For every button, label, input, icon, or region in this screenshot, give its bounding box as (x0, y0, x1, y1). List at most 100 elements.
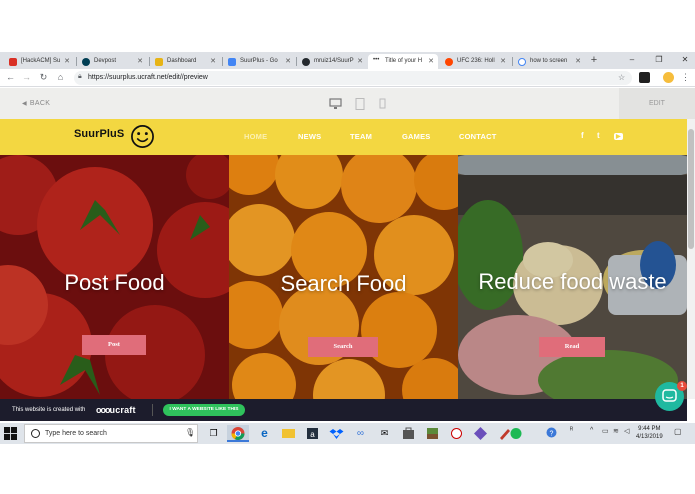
chevron-up-icon[interactable]: ^ (590, 427, 593, 434)
reddit-icon (445, 58, 453, 66)
dashboard-icon (155, 58, 163, 66)
nav-contact[interactable]: CONTACT (459, 132, 497, 141)
home-icon[interactable]: ⌂ (54, 71, 67, 84)
divider (152, 404, 153, 416)
edge-icon[interactable]: e (256, 425, 273, 442)
mobile-icon[interactable] (379, 98, 386, 110)
taskbar-search-input[interactable]: Type here to search 🎙︎ (24, 424, 198, 443)
dots-icon: ••• (373, 57, 380, 63)
post-button[interactable]: Post (82, 335, 146, 355)
chrome-taskbar-button[interactable] (227, 425, 249, 442)
browser-tab[interactable]: Devpost ✕ (77, 54, 147, 69)
task-view-icon[interactable]: ❐ (205, 425, 222, 442)
browser-tab[interactable]: [HackACM] Su ✕ (4, 54, 74, 69)
close-tab-icon[interactable]: ✕ (575, 54, 581, 69)
browser-tab[interactable]: SuurPlus - Go ✕ (223, 54, 295, 69)
made-with-text: This website is created with (12, 407, 86, 413)
browser-tab[interactable]: mruiz14/SuurP ✕ (297, 54, 367, 69)
new-tab-button[interactable]: + (588, 52, 600, 68)
close-tab-icon[interactable]: ✕ (428, 54, 434, 69)
store-icon[interactable] (400, 425, 417, 442)
windows-start-icon[interactable] (4, 427, 17, 440)
volume-icon[interactable]: ◁ (624, 427, 629, 435)
edit-area: EDIT (619, 88, 695, 119)
nav-games[interactable]: GAMES (402, 132, 431, 141)
restore-button[interactable]: ❐ (650, 52, 668, 68)
browser-tab[interactable]: Dashboard ✕ (150, 54, 220, 69)
microphone-icon[interactable]: 🎙︎ (185, 428, 195, 437)
edit-button[interactable]: EDIT (649, 88, 665, 119)
browser-tab-active[interactable]: ••• Title of your H ✕ (368, 54, 438, 69)
tablet-icon[interactable] (355, 98, 365, 110)
panel-title: Search Food (280, 271, 407, 296)
close-tab-icon[interactable]: ✕ (285, 54, 291, 69)
chrome-icon (231, 427, 245, 440)
browser-toolbar: ← → ↻ ⌂ 🔒︎ https://suurplus.ucraft.net/e… (0, 69, 695, 87)
clock-time: 9:44 PM (638, 426, 661, 432)
nav-team[interactable]: TEAM (350, 132, 372, 141)
forward-arrow-icon[interactable]: → (20, 71, 33, 84)
wifi-icon[interactable]: ≋ (613, 427, 619, 435)
read-button[interactable]: Read (539, 337, 605, 357)
svg-text:?: ? (550, 431, 554, 438)
people-icon[interactable]: ᴿ (570, 427, 573, 434)
close-tab-icon[interactable]: ✕ (210, 54, 216, 69)
close-tab-icon[interactable]: ✕ (137, 54, 143, 69)
file-explorer-icon[interactable] (280, 425, 297, 442)
clock-date: 4/13/2019 (636, 434, 663, 440)
tab-label: Dashboard (167, 58, 197, 64)
notifications-icon[interactable]: ▢ (674, 427, 682, 436)
tab-label: Title of your H (385, 58, 423, 64)
want-website-button[interactable]: I WANT A WEBSITE LIKE THIS (163, 404, 245, 416)
browser-tab[interactable]: UFC 236: Holl ✕ (440, 54, 510, 69)
app-icon[interactable] (448, 425, 465, 442)
spotify-icon[interactable] (505, 425, 522, 442)
minecraft-icon[interactable] (424, 425, 441, 442)
google-icon (518, 58, 526, 66)
bookmark-star-icon[interactable]: ☆ (618, 71, 625, 85)
nav-news[interactable]: NEWS (298, 132, 321, 141)
reload-icon[interactable]: ↻ (37, 71, 50, 84)
infinity-app-icon[interactable]: ∞ (352, 425, 369, 442)
minimize-button[interactable]: – (623, 52, 641, 68)
back-button[interactable]: ◀ BACK (22, 88, 50, 119)
close-tab-icon[interactable]: ✕ (500, 54, 506, 69)
search-button[interactable]: Search (308, 337, 378, 357)
menu-dots-icon[interactable]: ⋮ (679, 71, 692, 84)
panel-title: Post Food (64, 270, 165, 295)
hero-panel-search: Search Food Search (229, 155, 458, 399)
diamond-app-icon[interactable] (472, 425, 489, 442)
dropbox-icon[interactable] (328, 425, 345, 442)
pdf-extension-icon[interactable] (639, 72, 650, 83)
google-docs-icon (228, 58, 236, 66)
github-icon (302, 58, 310, 66)
back-label: BACK (29, 100, 51, 107)
system-clock[interactable]: 9:44 PM 4/13/2019 (636, 425, 663, 441)
desktop-icon[interactable] (329, 98, 342, 110)
close-window-button[interactable]: ✕ (676, 52, 694, 68)
tab-label: UFC 236: Holl (457, 58, 495, 64)
address-bar[interactable]: 🔒︎ https://suurplus.ucraft.net/edit//pre… (74, 71, 632, 85)
tab-label: mruiz14/SuurP (314, 58, 354, 64)
tab-label: how to screen (530, 58, 568, 64)
amazon-icon[interactable]: a (304, 425, 321, 442)
close-tab-icon[interactable]: ✕ (64, 54, 70, 69)
youtube-icon[interactable]: ▶ (614, 133, 623, 140)
ucraft-logo[interactable]: oooucraft (96, 399, 136, 421)
nav-home[interactable]: HOME (244, 132, 267, 141)
triangle-left-icon: ◀ (22, 101, 27, 107)
scrollbar-thumb[interactable] (688, 129, 694, 249)
battery-icon[interactable]: ▭ (602, 427, 609, 435)
browser-tab[interactable]: how to screen ✕ (513, 54, 585, 69)
lock-icon: 🔒︎ (78, 73, 82, 80)
help-icon[interactable]: ? (546, 427, 557, 440)
site-logo-text[interactable]: SuurPluS (74, 128, 124, 140)
facebook-icon[interactable]: f (581, 131, 584, 140)
mail-icon[interactable]: ✉ (376, 425, 393, 442)
vertical-scrollbar[interactable] (687, 119, 695, 399)
twitter-icon[interactable]: t (597, 131, 600, 140)
screen: [HackACM] Su ✕ Devpost ✕ Dashboard ✕ Suu… (0, 0, 695, 494)
back-arrow-icon[interactable]: ← (4, 71, 17, 84)
close-tab-icon[interactable]: ✕ (357, 54, 363, 69)
profile-avatar[interactable] (663, 72, 674, 83)
